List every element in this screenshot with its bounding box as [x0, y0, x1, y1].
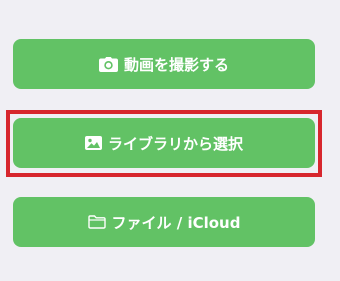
record-video-label: 動画を撮影する — [123, 55, 229, 74]
choose-from-library-label: ライブラリから選択 — [107, 134, 243, 153]
choose-from-library-button[interactable]: ライブラリから選択 — [13, 118, 315, 168]
photo-icon — [84, 136, 102, 150]
record-video-button[interactable]: 動画を撮影する — [13, 39, 315, 89]
camera-icon — [98, 56, 118, 72]
files-icloud-label: ファイル / iCloud — [111, 213, 241, 232]
folder-icon — [87, 215, 106, 229]
files-icloud-button[interactable]: ファイル / iCloud — [13, 197, 315, 247]
